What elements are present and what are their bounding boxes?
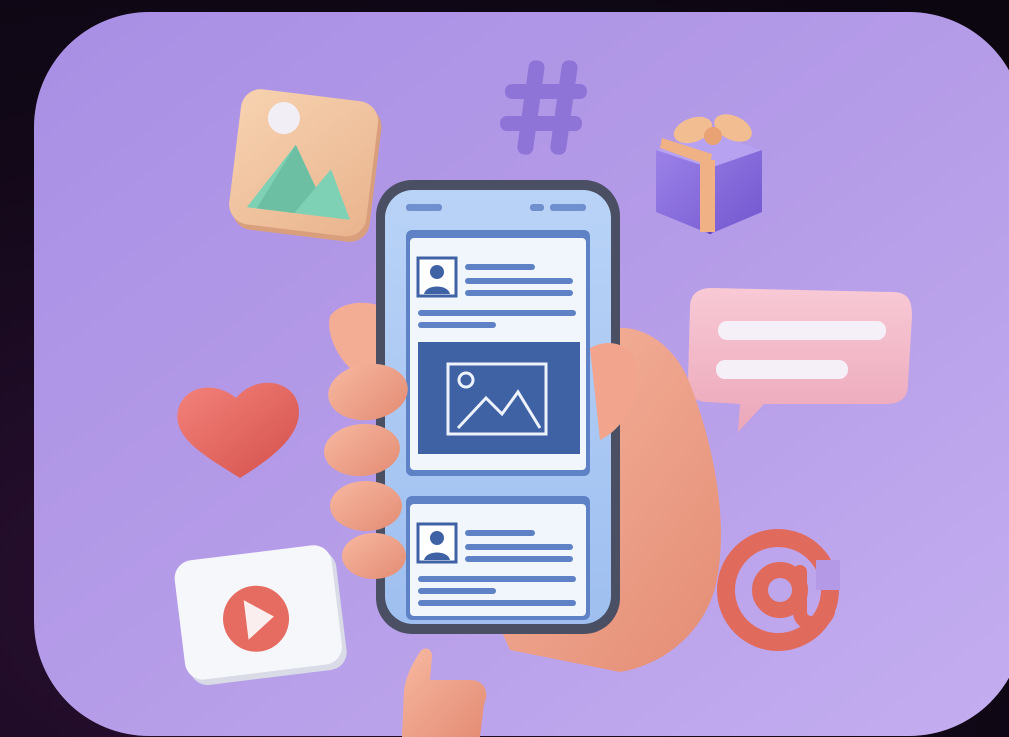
- post-card: [406, 496, 590, 620]
- image-icon: [229, 89, 382, 242]
- smartphone: [376, 180, 620, 634]
- page-background: [0, 0, 1009, 737]
- social-media-illustration: [34, 12, 1009, 737]
- play-icon: [174, 545, 347, 685]
- post-card: [406, 230, 590, 476]
